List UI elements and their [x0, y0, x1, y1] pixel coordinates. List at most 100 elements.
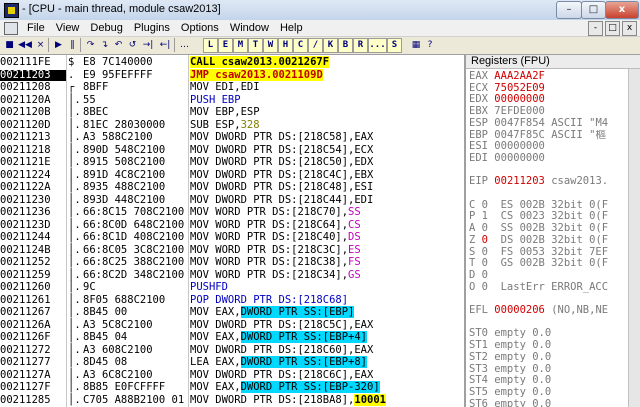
- disasm-row[interactable]: 00211218 │. 890D 548C2100 MOV DWORD PTR DS:…: [0, 144, 464, 156]
- address-cell[interactable]: 0021127F: [0, 382, 66, 393]
- hex-dump-cell[interactable]: 81EC 28030000: [83, 119, 189, 131]
- address-cell[interactable]: 00211277: [0, 357, 66, 368]
- trace-into-icon[interactable]: ↶: [113, 38, 124, 52]
- hex-dump-cell[interactable]: 893D 448C2100: [83, 194, 189, 206]
- address-cell[interactable]: 0021123D: [0, 219, 66, 231]
- disasm-row[interactable]: 00211244 │. 66:8C1D 408C2100 MOV WORD PTR D…: [0, 232, 464, 243]
- hex-dump-cell[interactable]: 8F05 688C2100: [83, 294, 189, 306]
- register-line[interactable]: [469, 293, 639, 304]
- hex-dump-cell[interactable]: 890D 548C2100: [83, 144, 189, 156]
- hex-dump-cell[interactable]: E9 95FEFFFF: [83, 69, 189, 81]
- hex-dump-cell[interactable]: 66:8C2D 348C2100: [83, 269, 189, 281]
- register-line[interactable]: EDI 00000000: [469, 153, 639, 164]
- execute-till-return-icon[interactable]: →|: [141, 38, 155, 52]
- close-icon[interactable]: ×: [35, 38, 46, 52]
- register-line[interactable]: [469, 165, 639, 176]
- address-cell[interactable]: 00211236: [0, 207, 66, 218]
- address-cell[interactable]: 00211252: [0, 257, 66, 268]
- toolbar-window-b[interactable]: B: [338, 38, 353, 53]
- hex-dump-cell[interactable]: 891D 4C8C2100: [83, 169, 189, 181]
- disasm-row[interactable]: 00211224 │. 891D 4C8C2100 MOV DWORD PTR DS:…: [0, 169, 464, 181]
- hex-dump-cell[interactable]: 55: [83, 94, 189, 106]
- disasm-row[interactable]: 00211236 │. 66:8C15 708C2100 MOV WORD PTR D…: [0, 207, 464, 218]
- menu-options[interactable]: Options: [176, 21, 225, 35]
- instruction-cell[interactable]: MOV DWORD PTR DS:[218C58],EAX: [190, 132, 464, 143]
- disasm-row[interactable]: 00211213 │. A3 588C2100 MOV DWORD PTR DS:[2…: [0, 132, 464, 143]
- toolbar-window-c[interactable]: C: [293, 38, 308, 53]
- disasm-row[interactable]: 0021126F │. 8B45 04 MOV EAX,DWORD PTR SS:[E…: [0, 331, 464, 343]
- address-cell[interactable]: 00211261: [0, 294, 66, 306]
- restart-icon[interactable]: ◀◀: [18, 38, 32, 52]
- register-line[interactable]: EBX 7EFDE000: [469, 106, 639, 117]
- grid-icon[interactable]: ▦: [410, 38, 422, 52]
- disasm-row[interactable]: 0021120D │. 81EC 28030000 SUB ESP,328: [0, 119, 464, 131]
- address-cell[interactable]: 0021126F: [0, 332, 66, 343]
- instruction-cell[interactable]: MOV DWORD PTR DS:[218C4C],EBX: [190, 169, 464, 181]
- register-line[interactable]: Z 0 DS 002B 32bit 0(F: [469, 235, 639, 246]
- register-line[interactable]: ST4 empty 0.0: [469, 375, 639, 386]
- toolbar-window-e[interactable]: E: [218, 38, 233, 53]
- address-cell[interactable]: 00211218: [0, 144, 66, 156]
- register-line[interactable]: EIP 00211203 csaw2013.: [469, 176, 639, 187]
- hex-dump-cell[interactable]: 66:8C0D 648C2100: [83, 219, 189, 231]
- menu-window[interactable]: Window: [225, 21, 275, 35]
- register-line[interactable]: [469, 188, 639, 199]
- address-cell[interactable]: 0021122A: [0, 182, 66, 193]
- address-cell[interactable]: 00211213: [0, 132, 66, 143]
- menu-file[interactable]: File: [22, 21, 51, 35]
- instruction-cell[interactable]: MOV DWORD PTR DS:[218BA8],10001: [190, 393, 464, 406]
- registers-pane[interactable]: Registers (FPU) EAX AAA2AA2F ECX 75052E09…: [466, 55, 640, 407]
- address-cell[interactable]: 0021120B: [0, 107, 66, 118]
- instruction-cell[interactable]: MOV DWORD PTR DS:[218C48],ESI: [190, 182, 464, 193]
- instruction-cell[interactable]: MOV WORD PTR DS:[218C3C],ES: [190, 244, 464, 256]
- disasm-row[interactable]: 00211203. E9 95FEFFFF JMP csaw2013.0021109…: [0, 68, 464, 81]
- register-line[interactable]: A 0 SS 002B 32bit 0(F: [469, 223, 639, 234]
- hex-dump-cell[interactable]: 66:8C05 3C8C2100: [83, 244, 189, 256]
- register-line[interactable]: ESI 00000000: [469, 141, 639, 152]
- instruction-cell[interactable]: MOV WORD PTR DS:[218C40],DS: [190, 232, 464, 243]
- address-cell[interactable]: 00211224: [0, 169, 66, 181]
- disasm-row[interactable]: 00211230 │. 893D 448C2100 MOV DWORD PTR DS:…: [0, 194, 464, 206]
- disasm-row[interactable]: 0021126A │. A3 5C8C2100 MOV DWORD PTR DS:[2…: [0, 319, 464, 331]
- hex-dump-cell[interactable]: 66:8C25 388C2100: [83, 257, 189, 268]
- address-cell[interactable]: 002111FE: [0, 57, 66, 68]
- menu-view[interactable]: View: [51, 21, 86, 35]
- instruction-cell[interactable]: CALL csaw2013.0021267F: [190, 56, 464, 68]
- hex-dump-cell[interactable]: A3 588C2100: [83, 132, 189, 143]
- cpu-window-icon[interactable]: [4, 22, 18, 35]
- instruction-cell[interactable]: MOV WORD PTR DS:[218C34],GS: [190, 269, 464, 281]
- register-line[interactable]: EFL 00000206 (NO,NB,NE: [469, 305, 639, 316]
- toolbar-window-m[interactable]: M: [233, 38, 248, 53]
- address-cell[interactable]: 00211272: [0, 344, 66, 356]
- address-cell[interactable]: 0021120A: [0, 94, 66, 106]
- register-line[interactable]: ECX 75052E09: [469, 83, 639, 94]
- mdi-restore-button[interactable]: □: [605, 21, 620, 36]
- question-icon[interactable]: ?: [424, 38, 436, 52]
- menu-plugins[interactable]: Plugins: [129, 21, 176, 35]
- address-cell[interactable]: 00211285: [0, 394, 66, 406]
- disassembly-pane[interactable]: 002111FE $ E8 7C140000 CALL csaw2013.002126…: [0, 55, 466, 407]
- disasm-row[interactable]: 0021124B │. 66:8C05 3C8C2100 MOV WORD PTR D…: [0, 244, 464, 256]
- register-line[interactable]: ST2 empty 0.0: [469, 352, 639, 363]
- go-to-icon[interactable]: ←|: [158, 38, 172, 52]
- address-cell[interactable]: 0021126A: [0, 319, 66, 331]
- register-line[interactable]: EBP 0047F85C ASCII "樞: [469, 130, 639, 141]
- toolbar-window-w[interactable]: W: [263, 38, 278, 53]
- hex-dump-cell[interactable]: 9C: [83, 282, 189, 293]
- address-cell[interactable]: 00211208: [0, 82, 66, 93]
- hex-dump-cell[interactable]: 8BFF: [83, 82, 189, 93]
- instruction-cell[interactable]: MOV WORD PTR DS:[218C70],SS: [190, 207, 464, 218]
- step-over-icon[interactable]: ↴: [99, 38, 110, 52]
- disasm-row[interactable]: 00211267 │. 8B45 00 MOV EAX,DWORD PTR SS:[E…: [0, 306, 464, 318]
- run-icon[interactable]: ▶: [53, 38, 64, 52]
- register-line[interactable]: T 0 GS 002B 32bit 0(F: [469, 258, 639, 269]
- toolbar-window-h[interactable]: H: [278, 38, 293, 53]
- close-button[interactable]: x: [605, 1, 639, 19]
- open-icon[interactable]: ■: [4, 38, 15, 52]
- address-cell[interactable]: 00211203: [0, 69, 66, 81]
- register-line[interactable]: P 1 CS 0023 32bit 0(F: [469, 211, 639, 222]
- disasm-row[interactable]: 00211272 │. A3 608C2100 MOV DWORD PTR DS:[2…: [0, 344, 464, 356]
- register-line[interactable]: C 0 ES 002B 32bit 0(F: [469, 200, 639, 211]
- address-cell[interactable]: 0021120D: [0, 119, 66, 131]
- instruction-cell[interactable]: PUSH EBP: [190, 94, 464, 106]
